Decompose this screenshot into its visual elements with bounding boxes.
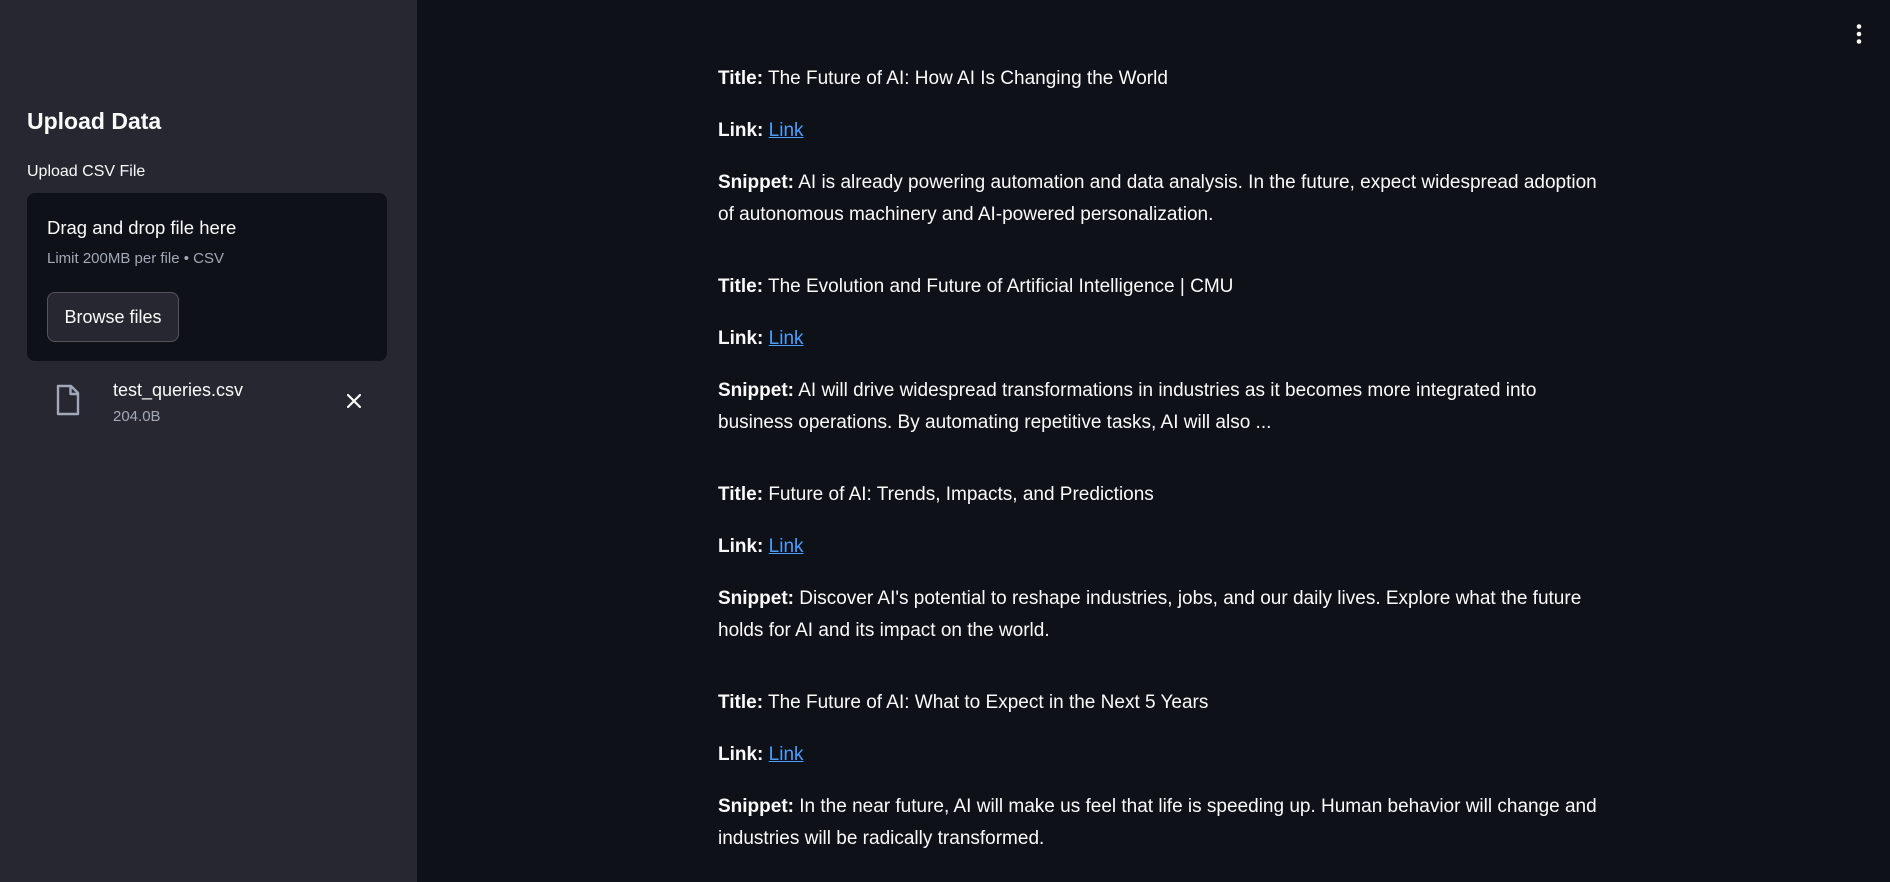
result-snippet: Snippet: AI is already powering automati…	[718, 167, 1598, 231]
file-size: 204.0B	[113, 408, 161, 425]
close-icon[interactable]	[341, 388, 367, 414]
title-text: The Future of AI: How AI Is Changing the…	[767, 68, 1168, 89]
upload-label: Upload CSV File	[27, 163, 146, 180]
result-title: Title: The Evolution and Future of Artif…	[718, 271, 1233, 303]
result-link-anchor[interactable]: Link	[769, 744, 804, 765]
link-label: Link:	[718, 328, 764, 349]
sidebar-title: Upload Data	[27, 108, 162, 134]
snippet-label: Snippet:	[718, 380, 794, 401]
browse-files-button[interactable]: Browse files	[47, 292, 179, 342]
file-name: test_queries.csv	[113, 380, 244, 400]
result-link: Link: Link	[718, 323, 804, 355]
result-title: Title: Future of AI: Trends, Impacts, an…	[718, 479, 1154, 511]
sidebar: Upload Data Upload CSV File Drag and dro…	[0, 0, 417, 882]
title-text: The Evolution and Future of Artificial I…	[767, 276, 1234, 297]
result-title: Title: The Future of AI: What to Expect …	[718, 687, 1208, 719]
result-link-anchor[interactable]: Link	[769, 328, 804, 349]
title-label: Title:	[718, 276, 764, 297]
snippet-text: AI will drive widespread transformations…	[718, 380, 1537, 433]
result-link-anchor[interactable]: Link	[769, 120, 804, 141]
link-label: Link:	[718, 744, 764, 765]
title-text: Future of AI: Trends, Impacts, and Predi…	[768, 484, 1154, 505]
snippet-text: Discover AI's potential to reshape indus…	[718, 588, 1582, 641]
link-label: Link:	[718, 536, 764, 557]
result-link: Link: Link	[718, 531, 804, 563]
title-label: Title:	[718, 484, 764, 505]
result-link-anchor[interactable]: Link	[769, 536, 804, 557]
file-icon	[56, 384, 80, 416]
result-snippet: Snippet: AI will drive widespread transf…	[718, 375, 1598, 439]
snippet-label: Snippet:	[718, 796, 794, 817]
result-link: Link: Link	[718, 115, 804, 147]
result-title: Title: The Future of AI: How AI Is Chang…	[718, 63, 1168, 95]
snippet-label: Snippet:	[718, 588, 794, 609]
title-label: Title:	[718, 68, 764, 89]
link-label: Link:	[718, 120, 764, 141]
dropzone-title: Drag and drop file here	[47, 217, 237, 238]
snippet-text: AI is already powering automation and da…	[718, 172, 1597, 225]
title-text: The Future of AI: What to Expect in the …	[767, 692, 1209, 713]
file-dropzone[interactable]: Drag and drop file here Limit 200MB per …	[27, 193, 387, 361]
result-snippet: Snippet: Discover AI's potential to resh…	[718, 583, 1598, 647]
result-link: Link: Link	[718, 739, 804, 771]
dropzone-limit: Limit 200MB per file • CSV	[47, 250, 224, 267]
uploaded-file: test_queries.csv 204.0B	[27, 374, 387, 430]
app-root: Upload Data Upload CSV File Drag and dro…	[0, 0, 1890, 882]
snippet-label: Snippet:	[718, 172, 794, 193]
title-label: Title:	[718, 692, 764, 713]
kebab-menu-icon[interactable]	[1850, 22, 1868, 46]
snippet-text: In the near future, AI will make us feel…	[718, 796, 1597, 849]
result-snippet: Snippet: In the near future, AI will mak…	[718, 791, 1598, 855]
